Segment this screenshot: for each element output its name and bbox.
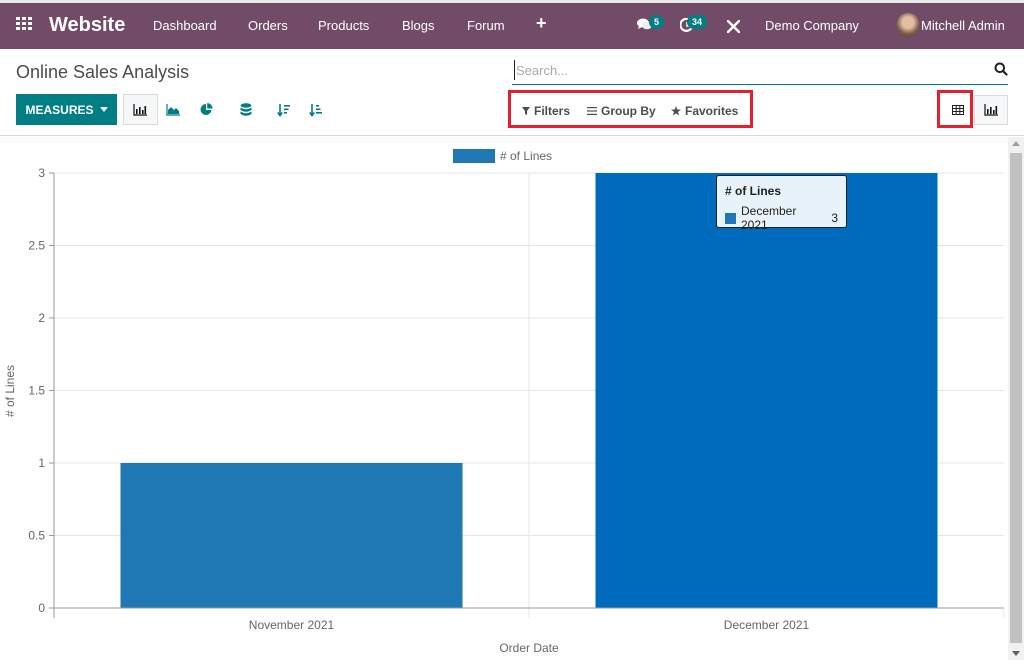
filter-icon bbox=[522, 107, 530, 115]
y-tick-label: 0.5 bbox=[28, 529, 45, 543]
y-tick-label: 1.5 bbox=[28, 384, 45, 398]
tooltip-label: December 2021 bbox=[740, 204, 797, 232]
search-input[interactable] bbox=[514, 60, 984, 80]
legend-swatch bbox=[453, 149, 495, 163]
line-chart-mode-button[interactable] bbox=[156, 94, 191, 125]
tooltip-swatch bbox=[725, 212, 736, 224]
tooltip-title: # of Lines bbox=[725, 184, 782, 198]
measures-button[interactable]: MEASURES bbox=[16, 94, 117, 125]
favorites-label: Favorites bbox=[685, 104, 739, 118]
x-tick-label: November 2021 bbox=[249, 618, 335, 632]
x-axis-title: Order Date bbox=[499, 641, 559, 655]
search-icon[interactable] bbox=[994, 62, 1008, 76]
y-tick-label: 0 bbox=[38, 601, 45, 615]
filters-label: Filters bbox=[534, 104, 571, 118]
vertical-scrollbar[interactable] bbox=[1008, 137, 1024, 660]
pivot-view-button[interactable] bbox=[941, 95, 975, 125]
user-menu[interactable]: Mitchell Admin bbox=[921, 18, 1005, 33]
group-by-button[interactable]: Group By bbox=[587, 104, 656, 118]
bar-december-2021[interactable] bbox=[595, 173, 938, 608]
menu-blogs[interactable]: Blogs bbox=[402, 18, 435, 33]
caret-down-icon bbox=[99, 107, 108, 112]
page-title: Online Sales Analysis bbox=[16, 62, 190, 82]
menu-orders[interactable]: Orders bbox=[248, 18, 288, 33]
tooltip-row: December 2021 3 bbox=[725, 204, 838, 232]
favorites-button[interactable]: Favorites bbox=[671, 104, 738, 118]
y-axis-title: # of Lines bbox=[3, 365, 17, 417]
scroll-up-arrow-icon[interactable] bbox=[1012, 141, 1020, 146]
bar-chart: # of Lines 0 0.5 1 1.5 2 2.5 3 November 2021 Dec… bbox=[0, 137, 1008, 655]
sort-descending-button[interactable] bbox=[266, 94, 301, 125]
y-tick-label: 3 bbox=[38, 166, 45, 180]
menu-dashboard[interactable]: Dashboard bbox=[153, 18, 217, 33]
bar-chart-icon bbox=[133, 103, 147, 116]
table-icon bbox=[952, 105, 964, 115]
y-tick-label: 2 bbox=[38, 311, 45, 325]
search-options-highlight: Filters Group By Favorites bbox=[508, 90, 753, 128]
bar-chart-icon bbox=[983, 104, 998, 116]
app-brand[interactable]: Website bbox=[49, 14, 125, 37]
group-by-icon bbox=[587, 107, 597, 115]
sort-descending-icon bbox=[276, 103, 290, 117]
chart-legend[interactable]: # of Lines bbox=[453, 149, 552, 163]
apps-menu-icon[interactable] bbox=[16, 17, 32, 31]
user-avatar[interactable] bbox=[896, 13, 920, 37]
star-icon bbox=[671, 106, 681, 116]
x-tick-label: December 2021 bbox=[724, 618, 810, 632]
sort-ascending-button[interactable] bbox=[298, 94, 333, 125]
sort-ascending-icon bbox=[308, 103, 322, 117]
top-navbar: Website Dashboard Orders Products Blogs … bbox=[0, 0, 1024, 49]
tooltip-value: 3 bbox=[831, 211, 838, 225]
control-panel: Online Sales Analysis MEASURES Filters G… bbox=[0, 49, 1024, 136]
graph-view-button[interactable] bbox=[974, 95, 1008, 125]
menu-forum[interactable]: Forum bbox=[467, 18, 505, 33]
area-chart-icon bbox=[166, 103, 180, 116]
activities-badge: 34 bbox=[687, 15, 708, 29]
legend-label: # of Lines bbox=[500, 149, 552, 163]
messages-badge: 5 bbox=[649, 15, 665, 29]
debug-tools-icon[interactable] bbox=[726, 19, 741, 36]
scrollbar-thumb[interactable] bbox=[1010, 153, 1022, 643]
pie-chart-mode-button[interactable] bbox=[189, 94, 224, 125]
measures-label: MEASURES bbox=[25, 102, 94, 117]
bar-november-2021[interactable] bbox=[120, 463, 463, 608]
bar-chart-mode-button[interactable] bbox=[123, 94, 158, 125]
stacked-toggle-button[interactable] bbox=[228, 94, 263, 125]
y-tick-label: 2.5 bbox=[28, 239, 45, 253]
new-content-icon[interactable]: + bbox=[536, 13, 547, 34]
y-tick-label: 1 bbox=[38, 456, 45, 470]
group-by-label: Group By bbox=[601, 104, 656, 118]
filters-button[interactable]: Filters bbox=[522, 104, 570, 118]
content-top-band bbox=[0, 137, 1008, 143]
company-switcher[interactable]: Demo Company bbox=[765, 18, 859, 33]
scroll-down-arrow-icon[interactable] bbox=[1012, 651, 1020, 656]
graph-view: # of Lines 0 0.5 1 1.5 2 2.5 3 November 2021 Dec… bbox=[0, 137, 1024, 660]
database-stack-icon bbox=[240, 102, 251, 116]
menu-products[interactable]: Products bbox=[318, 18, 369, 33]
search-bar bbox=[512, 58, 1008, 85]
pie-chart-icon bbox=[200, 103, 213, 115]
chart-tooltip: # of Lines December 2021 3 bbox=[716, 175, 847, 232]
